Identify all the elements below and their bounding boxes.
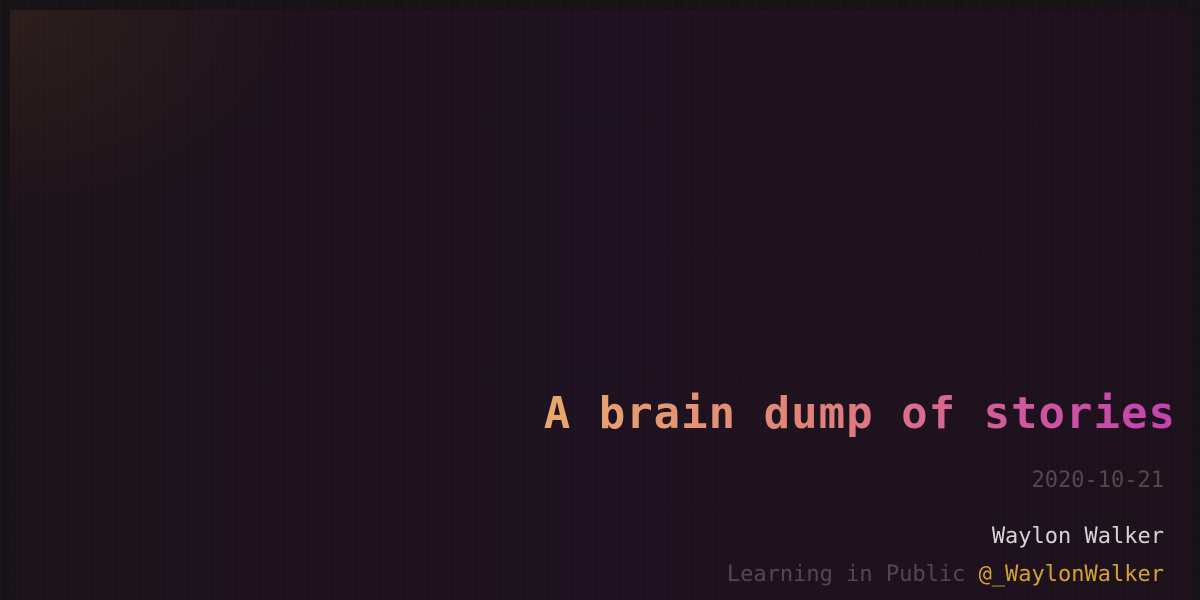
post-date: 2020-10-21 bbox=[1031, 468, 1164, 493]
post-title: A brain dump of stories bbox=[544, 384, 1176, 444]
twitter-handle-link[interactable]: @_WaylonWalker bbox=[979, 562, 1164, 587]
social-card: A brain dump of stories 2020-10-21 Waylo… bbox=[10, 10, 1190, 600]
author-name: Waylon Walker bbox=[991, 524, 1164, 549]
page-frame: A brain dump of stories 2020-10-21 Waylo… bbox=[0, 0, 1200, 600]
tagline-text: Learning in Public bbox=[726, 562, 966, 587]
tagline: Learning in Public @_WaylonWalker bbox=[727, 560, 1164, 590]
